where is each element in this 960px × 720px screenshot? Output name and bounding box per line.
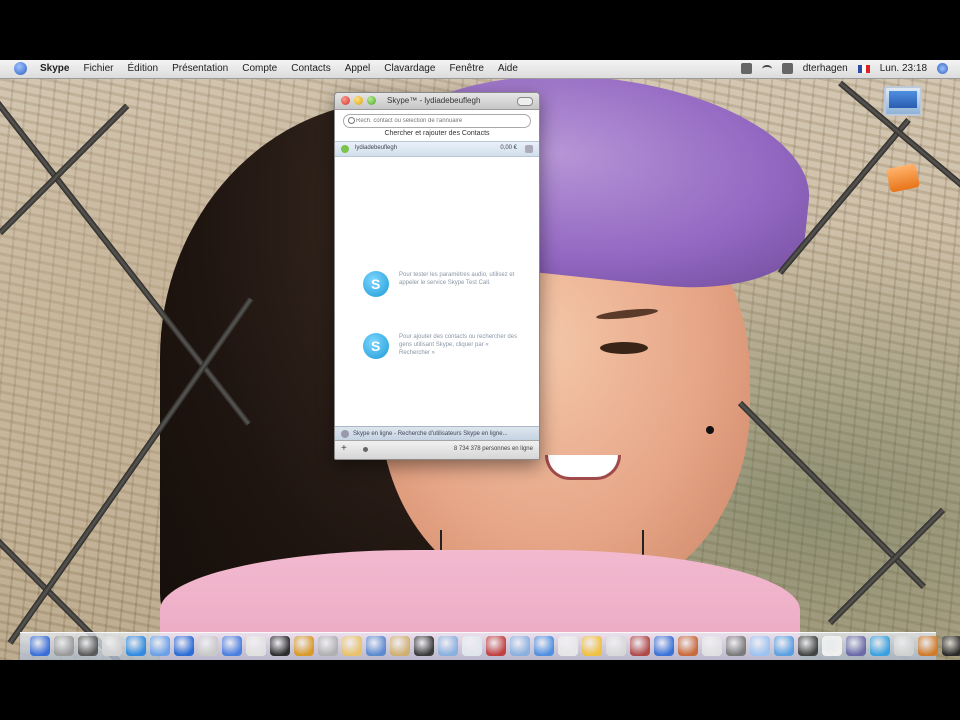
dock-app-icon[interactable] [198, 636, 218, 656]
dock-app-icon[interactable] [822, 636, 842, 656]
dock-app-icon[interactable] [414, 636, 434, 656]
dock-app-icon[interactable] [846, 636, 866, 656]
dock-app-icon[interactable] [246, 636, 266, 656]
folder-icon[interactable] [885, 163, 921, 193]
contact-name: lydiadebeuflegh [355, 145, 398, 151]
dock-items [30, 636, 960, 656]
dock-app-icon[interactable] [486, 636, 506, 656]
menu-clavardage[interactable]: Clavardage [384, 63, 435, 74]
dock-app-icon[interactable] [54, 636, 74, 656]
dock-app-icon[interactable] [534, 636, 554, 656]
dock-app-icon[interactable] [510, 636, 530, 656]
dock-app-icon[interactable] [78, 636, 98, 656]
add-contact-button[interactable]: + [341, 444, 347, 454]
dock-app-icon[interactable] [342, 636, 362, 656]
menu-compte[interactable]: Compte [242, 63, 277, 74]
contact-search-field[interactable] [343, 114, 531, 128]
contact-options-icon[interactable] [525, 145, 533, 153]
volume-icon[interactable] [781, 63, 793, 74]
search-icon [348, 117, 355, 124]
menu-edition[interactable]: Édition [127, 63, 158, 74]
fence-wire [737, 400, 926, 589]
desktop: Skype Fichier Édition Présentation Compt… [0, 60, 960, 660]
dock-app-icon[interactable] [294, 636, 314, 656]
spotlight-icon[interactable] [937, 63, 948, 74]
skype-status-bar[interactable]: Skype en ligne - Recherche d'utilisateur… [335, 426, 539, 441]
dock-app-icon[interactable] [30, 636, 50, 656]
status-text: Skype en ligne - Recherche d'utilisateur… [353, 431, 508, 437]
dock-app-icon[interactable] [582, 636, 602, 656]
menu-app-name[interactable]: Skype [40, 63, 69, 74]
dock-app-icon[interactable] [438, 636, 458, 656]
skype-tips-area: Pour tester les paramètres audio, utilis… [335, 153, 539, 429]
menu-contacts[interactable]: Contacts [291, 63, 330, 74]
zoom-window-button[interactable] [367, 96, 376, 105]
online-users-count: 8 734 378 personnes en ligne [453, 446, 533, 452]
status-menu-icon[interactable] [363, 447, 368, 452]
menu-fenetre[interactable]: Fenêtre [449, 63, 483, 74]
menu-bar: Skype Fichier Édition Présentation Compt… [0, 60, 960, 79]
dock-app-icon[interactable] [174, 636, 194, 656]
dock-app-icon[interactable] [150, 636, 170, 656]
dock-app-icon[interactable] [942, 636, 960, 656]
dock-app-icon[interactable] [678, 636, 698, 656]
dock-app-icon[interactable] [462, 636, 482, 656]
skype-logo-icon [363, 333, 389, 359]
dock-app-icon[interactable] [894, 636, 914, 656]
fence-wire [827, 507, 946, 626]
toolbar-toggle-button[interactable] [517, 97, 533, 106]
menu-presentation[interactable]: Présentation [172, 63, 228, 74]
dock-app-icon[interactable] [750, 636, 770, 656]
contact-search-input[interactable] [356, 115, 526, 126]
online-status-icon [341, 145, 349, 153]
find-contacts-link[interactable]: Chercher et rajouter des Contacts [335, 130, 539, 137]
hard-drive-icon[interactable] [884, 86, 922, 116]
dock-app-icon[interactable] [390, 636, 410, 656]
skype-credit: 0,00 € [500, 145, 517, 151]
dock-app-icon[interactable] [774, 636, 794, 656]
apple-menu-icon[interactable] [14, 62, 27, 75]
dock-app-icon[interactable] [870, 636, 890, 656]
dock-app-icon[interactable] [222, 636, 242, 656]
status-icon [341, 430, 349, 438]
wallpaper-earring [706, 426, 714, 434]
user-name[interactable]: dterhagen [803, 63, 848, 74]
display-icon[interactable] [740, 63, 752, 74]
fence-wire [0, 103, 130, 236]
close-window-button[interactable] [341, 96, 350, 105]
dock-app-icon[interactable] [630, 636, 650, 656]
dock-app-icon[interactable] [918, 636, 938, 656]
menu-appel[interactable]: Appel [345, 63, 371, 74]
dock-app-icon[interactable] [798, 636, 818, 656]
wallpaper-eye [600, 342, 648, 354]
dock [20, 632, 960, 660]
menu-clock[interactable]: Lun. 23:18 [880, 63, 927, 74]
dock-app-icon[interactable] [270, 636, 290, 656]
tip-text: Pour ajouter des contacts ou rechercher … [399, 334, 518, 356]
tip-text: Pour tester les paramètres audio, utilis… [399, 272, 515, 286]
skype-window: Skype™ - lydiadebeuflegh Chercher et raj… [334, 92, 540, 460]
dock-app-icon[interactable] [318, 636, 338, 656]
dock-app-icon[interactable] [366, 636, 386, 656]
dock-app-icon[interactable] [606, 636, 626, 656]
wifi-icon[interactable] [761, 64, 772, 73]
skype-window-title: Skype™ - lydiadebeuflegh [387, 96, 481, 105]
menu-aide[interactable]: Aide [498, 63, 518, 74]
menu-fichier[interactable]: Fichier [83, 63, 113, 74]
dock-app-icon[interactable] [558, 636, 578, 656]
dock-app-icon[interactable] [702, 636, 722, 656]
dock-app-icon[interactable] [654, 636, 674, 656]
input-language-flag-icon[interactable] [857, 64, 870, 73]
skype-logo-icon [363, 271, 389, 297]
skype-title-bar[interactable]: Skype™ - lydiadebeuflegh [335, 93, 539, 110]
skype-bottom-bar: + 8 734 378 personnes en ligne [335, 440, 539, 459]
dock-app-icon[interactable] [726, 636, 746, 656]
dock-app-icon[interactable] [126, 636, 146, 656]
minimize-window-button[interactable] [354, 96, 363, 105]
dock-app-icon[interactable] [102, 636, 122, 656]
